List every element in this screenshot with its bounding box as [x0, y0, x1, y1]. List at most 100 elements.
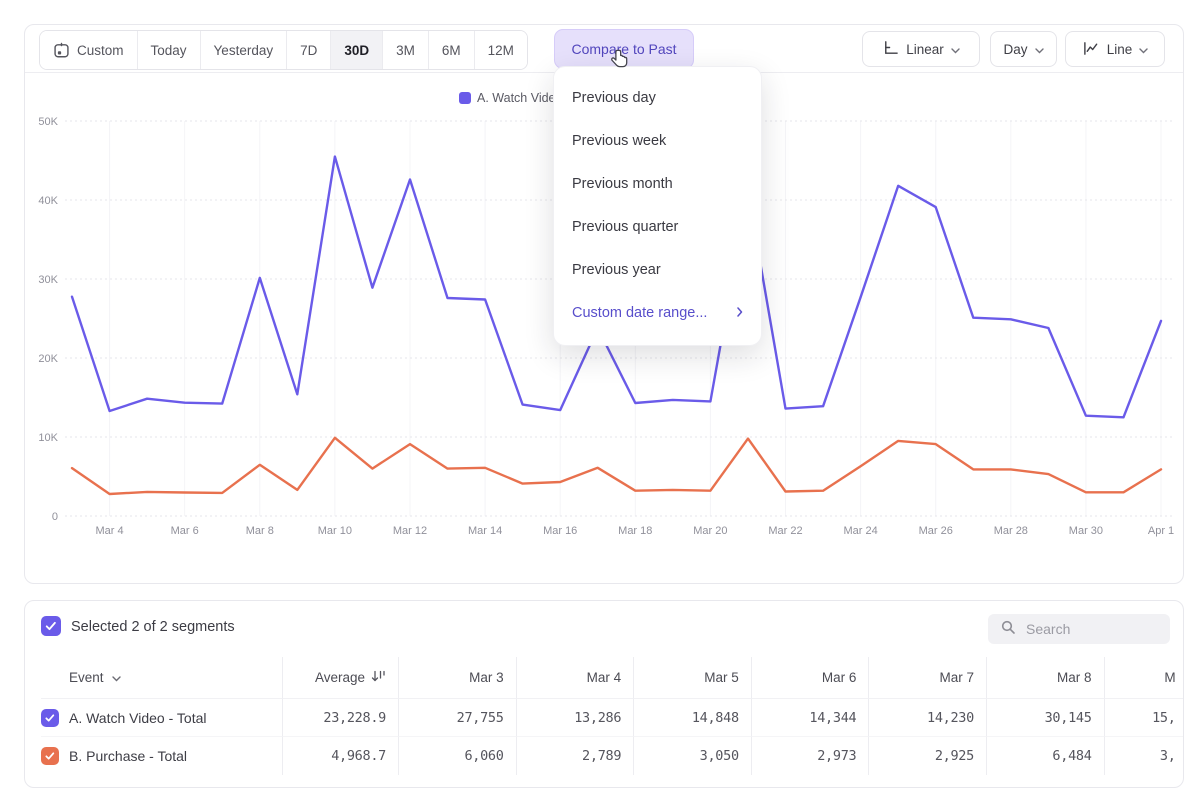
chart-type-dropdown-button[interactable]: Line	[1065, 31, 1165, 67]
preset-today[interactable]: Today	[138, 31, 201, 69]
column-header-event[interactable]: Event	[65, 657, 282, 699]
menu-items-container: Previous dayPrevious weekPrevious monthP…	[554, 77, 761, 292]
y-tick-label: 10K	[38, 432, 58, 444]
menu-item-previous-week[interactable]: Previous week	[554, 120, 761, 163]
preset-6m[interactable]: 6M	[429, 31, 475, 69]
scale-dropdown-button[interactable]: Linear	[862, 31, 980, 67]
column-header-mar-5[interactable]: Mar 5	[633, 657, 751, 699]
x-tick-label: Mar 16	[543, 525, 577, 537]
search-icon	[1000, 619, 1016, 640]
preset-label: Custom	[77, 43, 124, 58]
row-value: 3,	[1104, 737, 1184, 775]
row-value: 2,925	[868, 737, 986, 775]
preset-label: 7D	[300, 43, 317, 58]
column-header-mar-7[interactable]: Mar 7	[868, 657, 986, 699]
preset-label: 3M	[396, 43, 415, 58]
row-value: 2,789	[516, 737, 634, 775]
segments-table: EventAverageMar 3Mar 4Mar 5Mar 6Mar 7Mar…	[41, 657, 1184, 775]
x-tick-label: Mar 12	[393, 525, 427, 537]
row-label[interactable]: A. Watch Video - Total	[65, 699, 282, 737]
preset-label: 12M	[488, 43, 514, 58]
chevron-right-icon	[737, 292, 743, 335]
interval-label: Day	[1003, 42, 1027, 57]
line-chart-icon	[1082, 40, 1100, 59]
series-line[interactable]	[72, 438, 1161, 494]
preset-3m[interactable]: 3M	[383, 31, 429, 69]
row-value: 4,968.7	[282, 737, 398, 775]
chevron-down-icon	[1035, 42, 1044, 57]
y-tick-label: 40K	[38, 195, 58, 207]
x-tick-label: Mar 22	[768, 525, 802, 537]
row-value: 3,050	[633, 737, 751, 775]
column-header-m[interactable]: M	[1104, 657, 1184, 699]
y-tick-label: 30K	[38, 274, 58, 286]
custom-date-range-label: Custom date range...	[572, 292, 707, 335]
row-checkbox-cell	[41, 737, 65, 775]
menu-item-previous-month[interactable]: Previous month	[554, 163, 761, 206]
search-input[interactable]	[1024, 620, 1158, 638]
column-header-average[interactable]: Average	[282, 657, 398, 699]
preset-30d[interactable]: 30D	[331, 31, 383, 69]
compare-to-past-menu: Previous dayPrevious weekPrevious monthP…	[553, 66, 762, 346]
x-tick-label: Mar 20	[693, 525, 727, 537]
preset-custom[interactable]: Custom	[40, 31, 138, 69]
x-tick-label: Mar 24	[843, 525, 877, 537]
menu-item-previous-year[interactable]: Previous year	[554, 249, 761, 292]
row-checkbox-cell	[41, 699, 65, 737]
search-box[interactable]	[988, 614, 1170, 644]
menu-item-previous-quarter[interactable]: Previous quarter	[554, 206, 761, 249]
row-value: 14,848	[633, 699, 751, 737]
row-value: 27,755	[398, 699, 516, 737]
row-value: 30,145	[986, 699, 1104, 737]
y-tick-label: 50K	[38, 116, 58, 128]
preset-label: 30D	[344, 43, 369, 58]
row-value: 14,344	[751, 699, 869, 737]
row-value: 13,286	[516, 699, 634, 737]
x-tick-label: Mar 8	[246, 525, 274, 537]
header-spacer	[41, 657, 65, 699]
y-tick-label: 20K	[38, 353, 58, 365]
x-tick-label: Mar 26	[919, 525, 953, 537]
row-checkbox[interactable]	[41, 709, 59, 727]
row-value: 6,484	[986, 737, 1104, 775]
sort-descending-icon	[371, 670, 386, 686]
x-tick-label: Mar 10	[318, 525, 352, 537]
selected-segments-text: Selected 2 of 2 segments	[71, 619, 235, 635]
row-label[interactable]: B. Purchase - Total	[65, 737, 282, 775]
row-checkbox[interactable]	[41, 747, 59, 765]
row-value: 15,	[1104, 699, 1184, 737]
column-header-mar-6[interactable]: Mar 6	[751, 657, 869, 699]
column-header-mar-8[interactable]: Mar 8	[986, 657, 1104, 699]
row-value: 6,060	[398, 737, 516, 775]
x-tick-label: Mar 28	[994, 525, 1028, 537]
x-tick-label: Mar 18	[618, 525, 652, 537]
axis-scale-icon	[882, 39, 899, 59]
preset-yesterday[interactable]: Yesterday	[201, 31, 288, 69]
preset-label: Yesterday	[214, 43, 274, 58]
row-value: 14,230	[868, 699, 986, 737]
menu-item-previous-day[interactable]: Previous day	[554, 77, 761, 120]
compare-to-past-label: Compare to Past	[571, 41, 676, 57]
chevron-down-icon	[1139, 42, 1148, 57]
x-tick-label: Mar 30	[1069, 525, 1103, 537]
calendar-icon	[53, 42, 70, 59]
x-tick-label: Mar 6	[171, 525, 199, 537]
compare-to-past-button[interactable]: Compare to Past	[554, 29, 694, 69]
x-tick-label: Mar 4	[95, 525, 123, 537]
column-header-mar-3[interactable]: Mar 3	[398, 657, 516, 699]
select-all-checkbox[interactable]	[41, 616, 61, 636]
interval-dropdown-button[interactable]: Day	[990, 31, 1057, 67]
segments-card: Selected 2 of 2 segments EventAverageMar…	[24, 600, 1184, 788]
preset-label: 6M	[442, 43, 461, 58]
chart-type-label: Line	[1107, 42, 1133, 57]
column-header-mar-4[interactable]: Mar 4	[516, 657, 634, 699]
legend-swatch	[459, 92, 471, 104]
y-tick-label: 0	[52, 511, 58, 523]
chevron-down-icon	[112, 670, 121, 685]
x-tick-label: Mar 14	[468, 525, 502, 537]
menu-item-custom-date-range[interactable]: Custom date range...	[554, 292, 761, 335]
preset-7d[interactable]: 7D	[287, 31, 331, 69]
preset-12m[interactable]: 12M	[475, 31, 527, 69]
x-tick-label: Apr 1	[1148, 525, 1174, 537]
row-value: 2,973	[751, 737, 869, 775]
